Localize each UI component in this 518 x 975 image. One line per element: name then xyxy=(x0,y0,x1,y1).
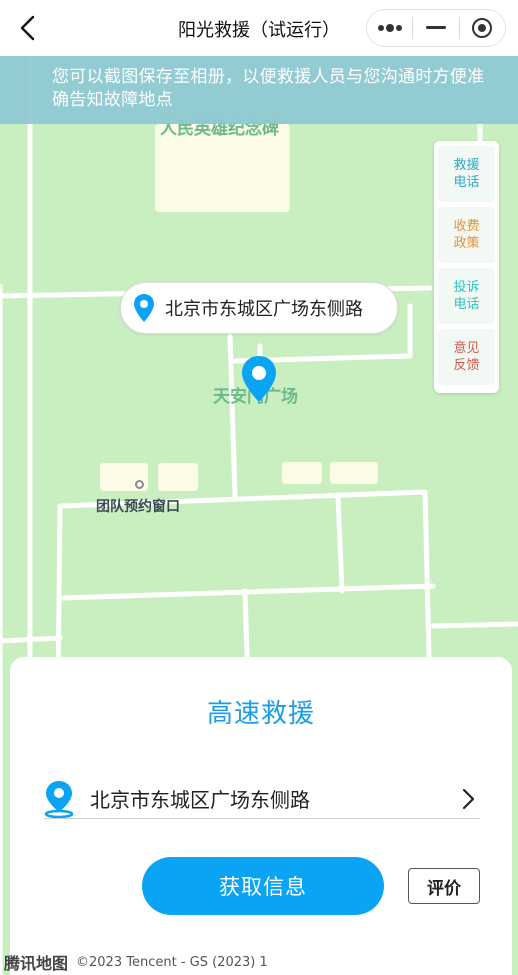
chevron-right-icon xyxy=(456,784,480,814)
tencent-map-logo: 腾讯地图 xyxy=(4,954,69,973)
target-close-icon xyxy=(472,18,493,38)
map-copyright: ©2023 Tencent - GS (2023) 1 xyxy=(76,954,268,970)
minimize-icon xyxy=(425,26,446,29)
rescue-phone-label: 救援电话 xyxy=(453,158,480,190)
complaint-phone-button[interactable]: 投诉电话 xyxy=(438,268,495,324)
feedback-label: 意见反馈 xyxy=(453,341,480,373)
current-location-marker[interactable] xyxy=(240,354,278,408)
card-title: 高速救援 xyxy=(206,699,315,729)
map-marker-icon xyxy=(242,356,276,402)
more-button[interactable] xyxy=(367,10,412,46)
complaint-phone-label: 投诉电话 xyxy=(453,280,480,312)
map-label-team-window: 团队预约窗口 xyxy=(96,499,180,515)
card-address: 北京市东城区广场东侧路 xyxy=(90,788,310,812)
location-pin-icon xyxy=(44,780,74,818)
rate-button[interactable]: 评价 xyxy=(408,868,480,904)
bubble-address: 北京市东城区广场东侧路 xyxy=(165,299,363,320)
navigation-bar: 阳光救援（试运行） xyxy=(0,0,518,56)
feedback-button[interactable]: 意见反馈 xyxy=(438,329,495,385)
side-action-panel: 救援电话 收费政策 投诉电话 意见反馈 xyxy=(434,141,499,393)
screenshot-tip-banner: 您可以截图保存至相册，以便救援人员与您沟通时方便准确告知故障地点 xyxy=(0,56,518,124)
fee-policy-button[interactable]: 收费政策 xyxy=(438,207,495,263)
location-bubble[interactable]: 北京市东城区广场东侧路 xyxy=(120,282,398,334)
banner-text: 您可以截图保存至相册，以便救援人员与您沟通时方便准确告知故障地点 xyxy=(52,67,485,110)
rescue-phone-button[interactable]: 救援电话 xyxy=(438,146,495,202)
location-pin-icon xyxy=(134,294,154,322)
address-selector[interactable]: 北京市东城区广场东侧路 xyxy=(44,779,480,819)
rescue-card: 高速救援 北京市东城区广场东侧路 获取信息 评价 xyxy=(10,657,512,975)
poi-marker-dot xyxy=(135,480,144,489)
close-miniprogram-button[interactable] xyxy=(460,10,505,46)
map-attribution: 腾讯地图 ©2023 Tencent - GS (2023) 1 xyxy=(4,950,268,974)
fee-policy-label: 收费政策 xyxy=(453,219,480,251)
mini-program-capsule xyxy=(366,9,506,47)
get-info-button[interactable]: 获取信息 xyxy=(142,857,384,915)
minimize-button[interactable] xyxy=(413,10,458,46)
more-dots-icon xyxy=(377,24,402,32)
